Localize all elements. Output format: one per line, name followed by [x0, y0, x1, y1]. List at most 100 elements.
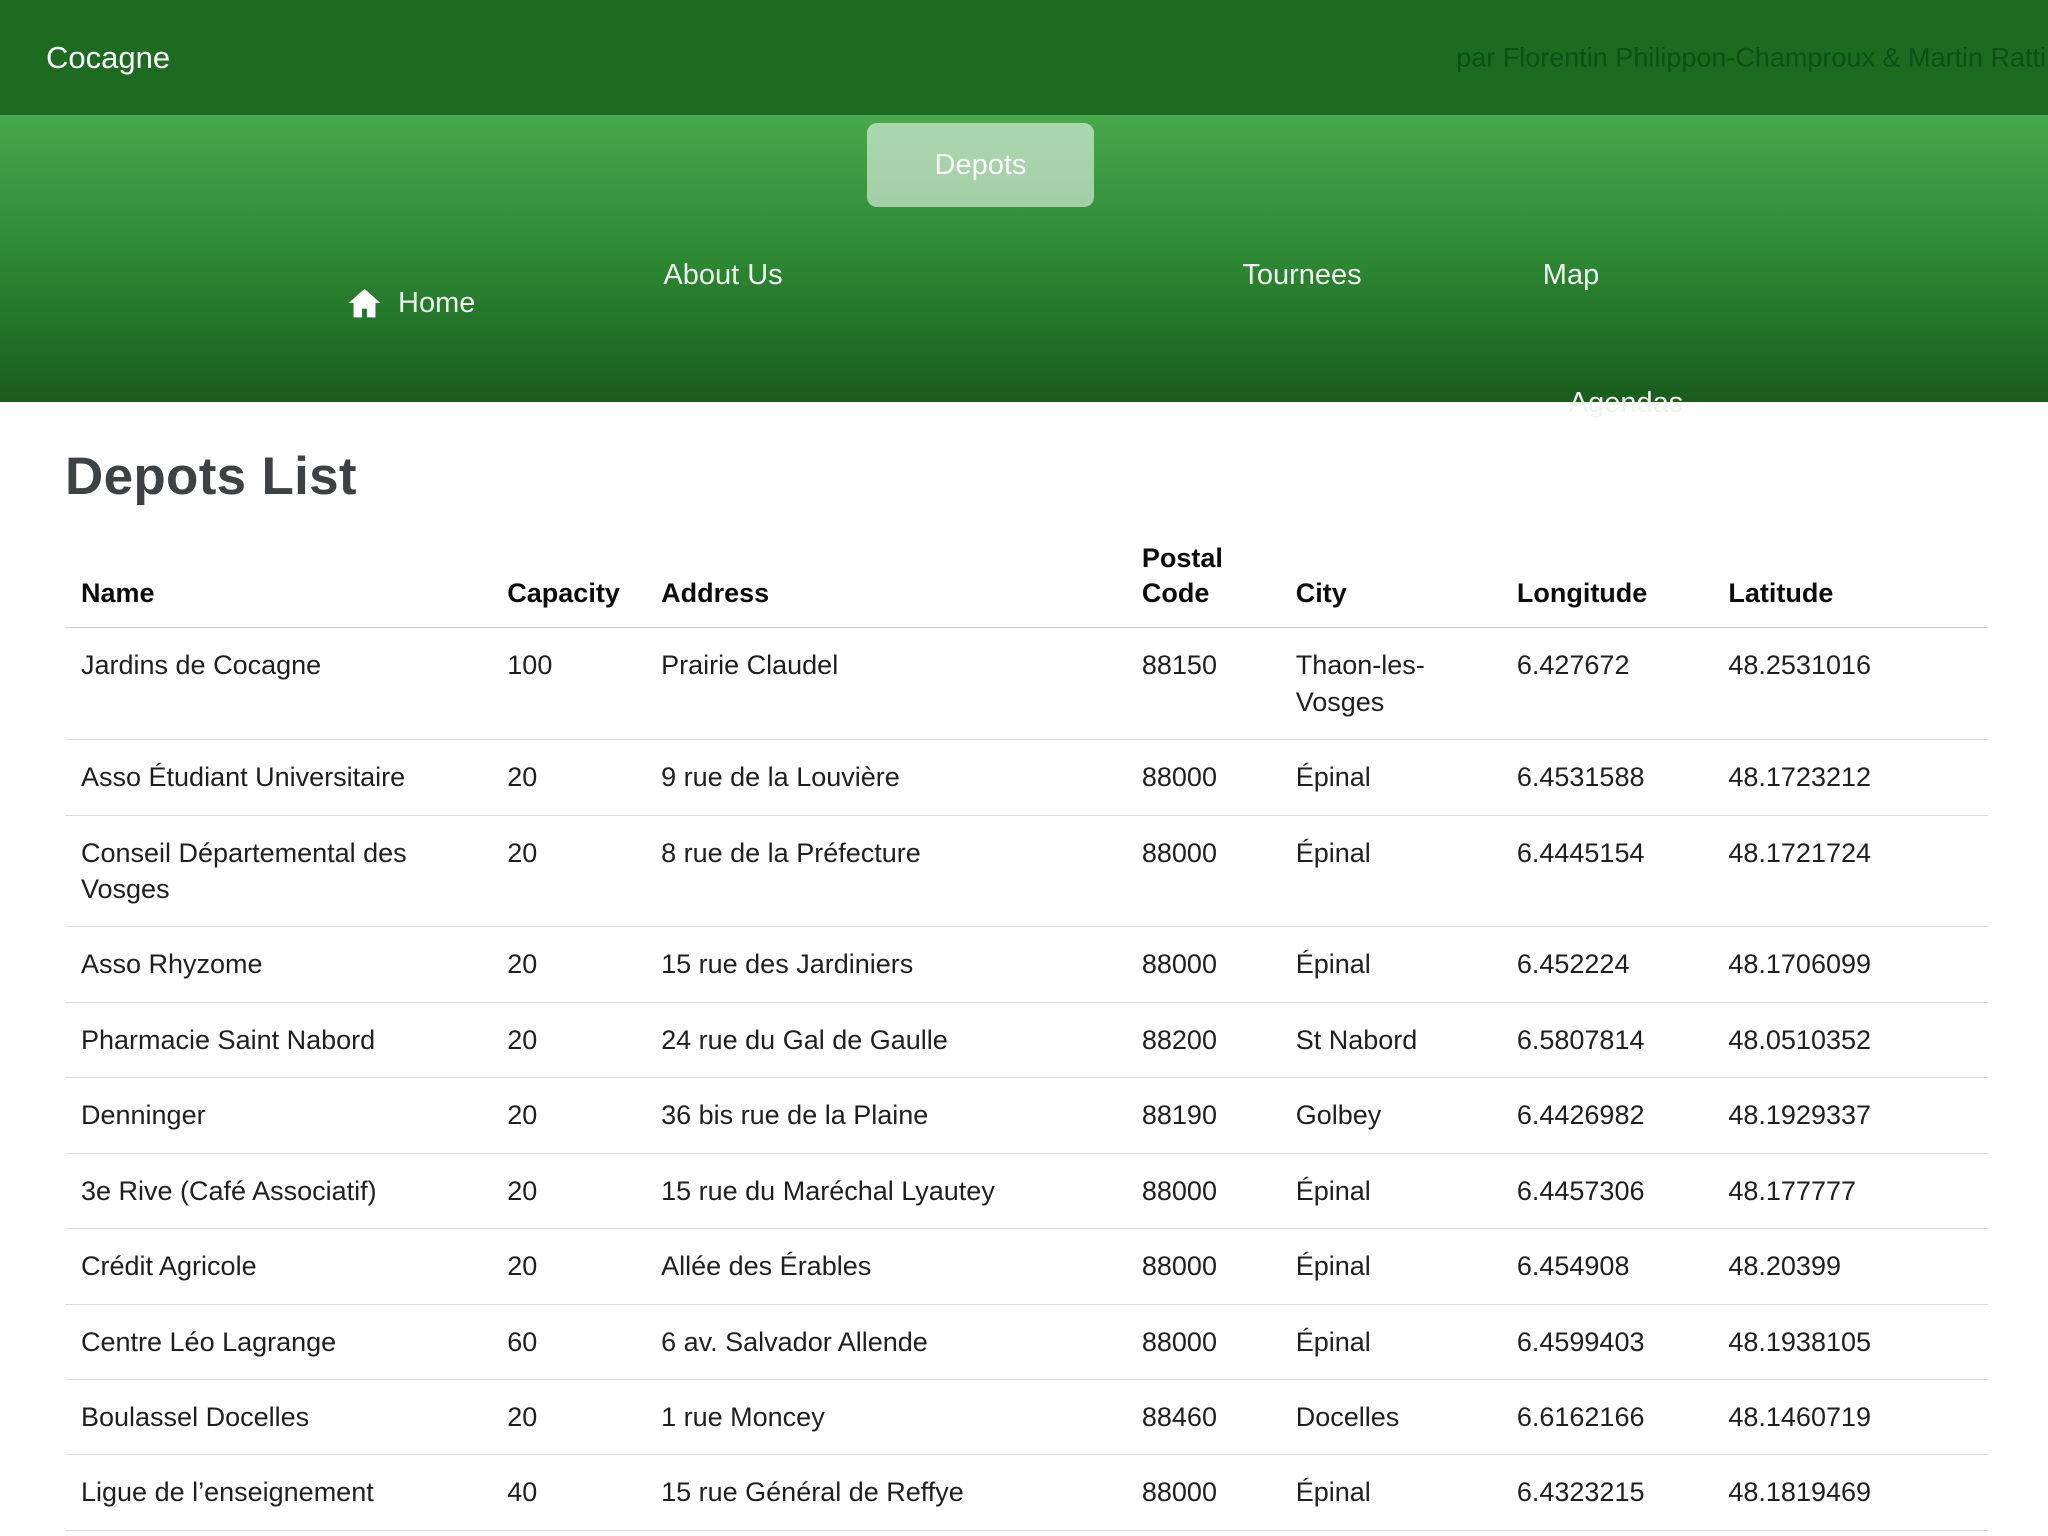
table-cell: 36 bis rue de la Plaine [661, 1078, 1142, 1153]
page-content: Depots List NameCapacityAddressPostal Co… [0, 446, 2048, 1531]
table-header-cell: Capacity [507, 541, 661, 628]
table-cell: Asso Rhyzome [65, 927, 507, 1002]
table-cell: 15 rue des Jardiniers [661, 927, 1142, 1002]
table-row: Centre Léo Lagrange606 av. Salvador Alle… [65, 1304, 1988, 1379]
table-cell: Crédit Agricole [65, 1229, 507, 1304]
table-cell: Golbey [1296, 1078, 1517, 1153]
table-cell: 6.452224 [1517, 927, 1729, 1002]
table-cell: 100 [507, 628, 661, 740]
table-cell: 6.427672 [1517, 628, 1729, 740]
table-row: Denninger2036 bis rue de la Plaine88190G… [65, 1078, 1988, 1153]
table-cell: 88000 [1142, 927, 1296, 1002]
table-cell: 6.4457306 [1517, 1153, 1729, 1228]
table-row: 3e Rive (Café Associatif)2015 rue du Mar… [65, 1153, 1988, 1228]
table-header-cell: Postal Code [1142, 541, 1296, 628]
table-cell: 20 [507, 740, 661, 815]
table-cell: 48.1819469 [1728, 1455, 1988, 1530]
table-cell: 6 av. Salvador Allende [661, 1304, 1142, 1379]
table-cell: St Nabord [1296, 1002, 1517, 1077]
nav-item-label: Tournees [1242, 259, 1361, 291]
table-cell: 88000 [1142, 1304, 1296, 1379]
table-row: Pharmacie Saint Nabord2024 rue du Gal de… [65, 1002, 1988, 1077]
table-cell: 88000 [1142, 1153, 1296, 1228]
table-cell: 15 rue Général de Reffye [661, 1455, 1142, 1530]
table-cell: 88000 [1142, 1229, 1296, 1304]
table-cell: 48.20399 [1728, 1229, 1988, 1304]
table-cell: 20 [507, 1229, 661, 1304]
table-cell: 20 [507, 1002, 661, 1077]
nav-item-map[interactable]: Map [1543, 259, 1599, 292]
table-cell: Épinal [1296, 927, 1517, 1002]
table-header-cell: City [1296, 541, 1517, 628]
table-cell: 88460 [1142, 1380, 1296, 1455]
table-cell: 8 rue de la Préfecture [661, 815, 1142, 927]
table-cell: 88000 [1142, 1455, 1296, 1530]
table-row: Conseil Départemental des Vosges208 rue … [65, 815, 1988, 927]
table-cell: 6.5807814 [1517, 1002, 1729, 1077]
nav-item-agendas[interactable]: Agendas [1569, 387, 1684, 420]
table-header-cell: Name [65, 541, 507, 628]
nav-item-depots[interactable]: Depots [867, 123, 1094, 207]
table-cell: Prairie Claudel [661, 628, 1142, 740]
table-cell: 15 rue du Maréchal Lyautey [661, 1153, 1142, 1228]
brand-title[interactable]: Cocagne [46, 40, 170, 76]
table-cell: Denninger [65, 1078, 507, 1153]
table-cell: 88200 [1142, 1002, 1296, 1077]
table-cell: 3e Rive (Café Associatif) [65, 1153, 507, 1228]
table-cell: Épinal [1296, 815, 1517, 927]
table-cell: Épinal [1296, 740, 1517, 815]
table-cell: 9 rue de la Louvière [661, 740, 1142, 815]
table-cell: 88000 [1142, 815, 1296, 927]
nav-item-label: Map [1543, 259, 1599, 291]
table-cell: 48.2531016 [1728, 628, 1988, 740]
table-row: Ligue de l’enseignement4015 rue Général … [65, 1455, 1988, 1530]
table-cell: Thaon-les-Vosges [1296, 628, 1517, 740]
table-cell: 48.1929337 [1728, 1078, 1988, 1153]
table-cell: 6.4599403 [1517, 1304, 1729, 1379]
table-cell: Épinal [1296, 1153, 1517, 1228]
table-cell: Ligue de l’enseignement [65, 1455, 507, 1530]
nav-item-about-us[interactable]: About Us [663, 259, 782, 292]
nav-item-tournees[interactable]: Tournees [1242, 259, 1361, 292]
table-cell: 48.1460719 [1728, 1380, 1988, 1455]
table-header-cell: Longitude [1517, 541, 1729, 628]
nav-item-label: Depots [935, 149, 1027, 182]
table-cell: 20 [507, 927, 661, 1002]
table-cell: 48.0510352 [1728, 1002, 1988, 1077]
table-cell: Pharmacie Saint Nabord [65, 1002, 507, 1077]
table-cell: 6.454908 [1517, 1229, 1729, 1304]
depots-table: NameCapacityAddressPostal CodeCityLongit… [65, 541, 1988, 1531]
page-title: Depots List [65, 446, 1988, 507]
nav-item-home[interactable]: Home [346, 285, 475, 322]
table-header-cell: Latitude [1728, 541, 1988, 628]
table-header-row: NameCapacityAddressPostal CodeCityLongit… [65, 541, 1988, 628]
table-cell: 60 [507, 1304, 661, 1379]
byline: par Florentin Philippon-Champroux & Mart… [1456, 42, 2046, 73]
table-cell: Docelles [1296, 1380, 1517, 1455]
table-cell: Jardins de Cocagne [65, 628, 507, 740]
table-cell: Conseil Départemental des Vosges [65, 815, 507, 927]
table-cell: 24 rue du Gal de Gaulle [661, 1002, 1142, 1077]
table-cell: 20 [507, 1380, 661, 1455]
nav-item-label: Home [398, 287, 475, 320]
table-row: Asso Rhyzome2015 rue des Jardiniers88000… [65, 927, 1988, 1002]
table-cell: 20 [507, 815, 661, 927]
table-row: Boulassel Docelles201 rue Moncey88460Doc… [65, 1380, 1988, 1455]
table-cell: 6.4531588 [1517, 740, 1729, 815]
table-cell: 48.1938105 [1728, 1304, 1988, 1379]
main-nav: Home About Us Depots Tournees Map Agenda… [0, 115, 2048, 402]
table-row: Asso Étudiant Universitaire209 rue de la… [65, 740, 1988, 815]
table-cell: 20 [507, 1078, 661, 1153]
table-cell: Boulassel Docelles [65, 1380, 507, 1455]
table-cell: 6.6162166 [1517, 1380, 1729, 1455]
table-cell: Épinal [1296, 1455, 1517, 1530]
table-cell: 6.4445154 [1517, 815, 1729, 927]
table-cell: 88190 [1142, 1078, 1296, 1153]
table-row: Jardins de Cocagne100Prairie Claudel8815… [65, 628, 1988, 740]
table-cell: Épinal [1296, 1304, 1517, 1379]
table-header-cell: Address [661, 541, 1142, 628]
table-cell: 1 rue Moncey [661, 1380, 1142, 1455]
table-cell: 48.1721724 [1728, 815, 1988, 927]
table-cell: 48.1723212 [1728, 740, 1988, 815]
table-row: Crédit Agricole20Allée des Érables88000É… [65, 1229, 1988, 1304]
